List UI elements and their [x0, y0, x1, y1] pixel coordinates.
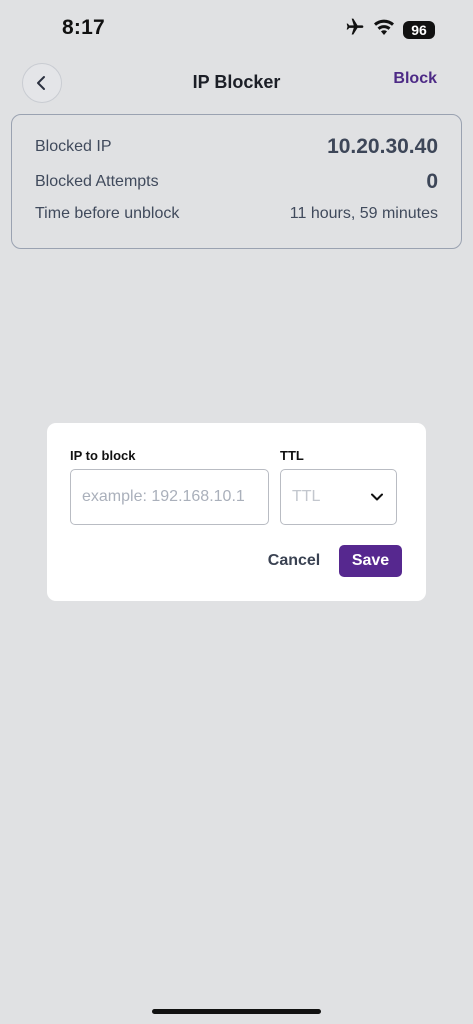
- blocked-ip-row: Blocked IP 10.20.30.40: [35, 135, 438, 159]
- status-icons: 96: [345, 17, 435, 42]
- blocked-ip-label: Blocked IP: [35, 138, 112, 155]
- ttl-label: TTL: [280, 448, 304, 463]
- chevron-down-icon: [371, 493, 383, 501]
- unblock-time-label: Time before unblock: [35, 205, 180, 222]
- block-button[interactable]: Block: [393, 70, 437, 88]
- cancel-button[interactable]: Cancel: [257, 545, 331, 577]
- ttl-placeholder: TTL: [292, 488, 321, 505]
- battery-icon: 96: [403, 20, 435, 39]
- blocked-ip-info-card: Blocked IP 10.20.30.40 Blocked Attempts …: [11, 114, 462, 249]
- block-ip-dialog: IP to block TTL TTL Cancel Save: [47, 423, 426, 601]
- wifi-icon: [373, 18, 395, 41]
- ip-to-block-label: IP to block: [70, 448, 136, 463]
- blocked-attempts-row: Blocked Attempts 0: [35, 170, 438, 194]
- unblock-time-value: 11 hours, 59 minutes: [289, 205, 438, 222]
- ttl-select[interactable]: TTL: [280, 469, 397, 525]
- save-button[interactable]: Save: [339, 545, 402, 577]
- ip-to-block-input[interactable]: [70, 469, 269, 525]
- status-time: 8:17: [62, 16, 105, 39]
- unblock-time-row: Time before unblock 11 hours, 59 minutes: [35, 205, 438, 223]
- airplane-icon: [345, 17, 365, 42]
- home-indicator: [152, 1009, 321, 1014]
- blocked-attempts-label: Blocked Attempts: [35, 173, 159, 190]
- blocked-ip-value: 10.20.30.40: [327, 135, 438, 158]
- ip-blocker-screen: 8:17 96 IP Blocker Block Blocked IP 10.2…: [0, 0, 473, 1024]
- blocked-attempts-value: 0: [426, 170, 438, 193]
